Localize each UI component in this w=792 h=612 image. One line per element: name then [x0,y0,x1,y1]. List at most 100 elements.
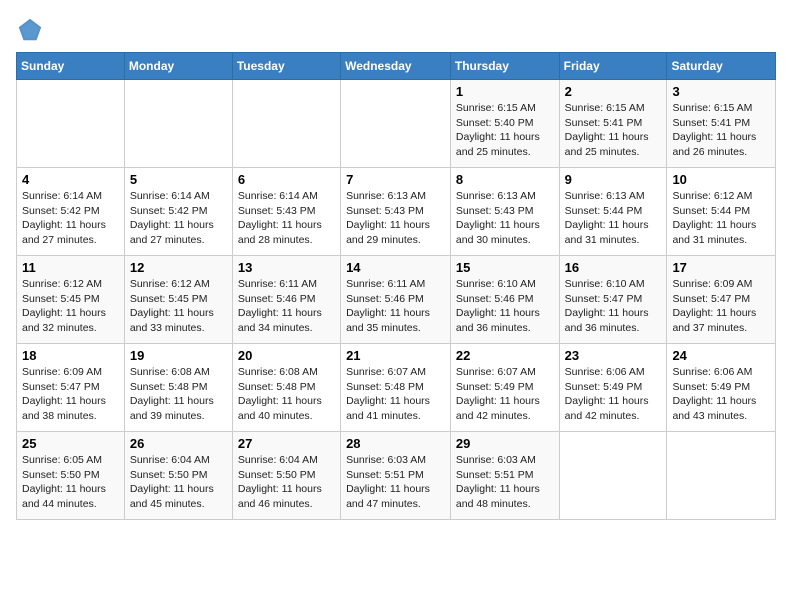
day-info: Sunrise: 6:07 AMSunset: 5:48 PMDaylight:… [346,365,445,424]
day-info: Sunrise: 6:15 AMSunset: 5:41 PMDaylight:… [672,101,770,160]
day-info: Sunrise: 6:08 AMSunset: 5:48 PMDaylight:… [130,365,227,424]
calendar-cell: 11 Sunrise: 6:12 AMSunset: 5:45 PMDayligh… [17,256,125,344]
day-info: Sunrise: 6:04 AMSunset: 5:50 PMDaylight:… [130,453,227,512]
day-info: Sunrise: 6:05 AMSunset: 5:50 PMDaylight:… [22,453,119,512]
calendar-cell [667,432,776,520]
day-info: Sunrise: 6:12 AMSunset: 5:45 PMDaylight:… [130,277,227,336]
day-number: 28 [346,436,445,451]
calendar-cell [341,80,451,168]
calendar-cell: 3 Sunrise: 6:15 AMSunset: 5:41 PMDaylight… [667,80,776,168]
calendar-cell: 7Sunrise: 6:13 AMSunset: 5:43 PMDaylight… [341,168,451,256]
calendar-week-row: 18 Sunrise: 6:09 AMSunset: 5:47 PMDayligh… [17,344,776,432]
day-info: Sunrise: 6:12 AMSunset: 5:44 PMDaylight:… [672,189,770,248]
day-info: Sunrise: 6:03 AMSunset: 5:51 PMDaylight:… [346,453,445,512]
day-number: 9 [565,172,662,187]
day-number: 12 [130,260,227,275]
day-number: 2 [565,84,662,99]
day-info: Sunrise: 6:13 AMSunset: 5:43 PMDaylight:… [346,189,445,248]
day-info: Sunrise: 6:10 AMSunset: 5:47 PMDaylight:… [565,277,662,336]
col-header-wednesday: Wednesday [341,53,451,80]
calendar-cell: 1 Sunrise: 6:15 AMSunset: 5:40 PMDaylight… [450,80,559,168]
calendar-cell: 5 Sunrise: 6:14 AMSunset: 5:42 PMDaylight… [124,168,232,256]
calendar-header-row: SundayMondayTuesdayWednesdayThursdayFrid… [17,53,776,80]
day-number: 15 [456,260,554,275]
day-number: 11 [22,260,119,275]
day-info: Sunrise: 6:06 AMSunset: 5:49 PMDaylight:… [565,365,662,424]
col-header-monday: Monday [124,53,232,80]
day-info: Sunrise: 6:14 AMSunset: 5:42 PMDaylight:… [130,189,227,248]
day-info: Sunrise: 6:03 AMSunset: 5:51 PMDaylight:… [456,453,554,512]
day-number: 14 [346,260,445,275]
col-header-tuesday: Tuesday [232,53,340,80]
day-info: Sunrise: 6:10 AMSunset: 5:46 PMDaylight:… [456,277,554,336]
day-info: Sunrise: 6:13 AMSunset: 5:44 PMDaylight:… [565,189,662,248]
calendar-cell: 20 Sunrise: 6:08 AMSunset: 5:48 PMDayligh… [232,344,340,432]
logo [16,16,48,44]
day-info: Sunrise: 6:11 AMSunset: 5:46 PMDaylight:… [346,277,445,336]
day-number: 23 [565,348,662,363]
calendar-cell: 16 Sunrise: 6:10 AMSunset: 5:47 PMDayligh… [559,256,667,344]
calendar-cell: 22 Sunrise: 6:07 AMSunset: 5:49 PMDayligh… [450,344,559,432]
day-info: Sunrise: 6:08 AMSunset: 5:48 PMDaylight:… [238,365,335,424]
day-info: Sunrise: 6:07 AMSunset: 5:49 PMDaylight:… [456,365,554,424]
col-header-saturday: Saturday [667,53,776,80]
day-number: 18 [22,348,119,363]
logo-icon [16,16,44,44]
day-number: 26 [130,436,227,451]
calendar-cell [559,432,667,520]
calendar-cell: 15 Sunrise: 6:10 AMSunset: 5:46 PMDayligh… [450,256,559,344]
calendar-cell: 4 Sunrise: 6:14 AMSunset: 5:42 PMDaylight… [17,168,125,256]
day-number: 8 [456,172,554,187]
day-number: 21 [346,348,445,363]
day-number: 22 [456,348,554,363]
calendar-cell: 27 Sunrise: 6:04 AMSunset: 5:50 PMDayligh… [232,432,340,520]
day-number: 13 [238,260,335,275]
calendar-cell: 26 Sunrise: 6:04 AMSunset: 5:50 PMDayligh… [124,432,232,520]
calendar-cell [17,80,125,168]
day-info: Sunrise: 6:09 AMSunset: 5:47 PMDaylight:… [22,365,119,424]
calendar-cell: 9 Sunrise: 6:13 AMSunset: 5:44 PMDaylight… [559,168,667,256]
day-number: 3 [672,84,770,99]
day-info: Sunrise: 6:13 AMSunset: 5:43 PMDaylight:… [456,189,554,248]
calendar-cell: 29Sunrise: 6:03 AMSunset: 5:51 PMDayligh… [450,432,559,520]
day-info: Sunrise: 6:04 AMSunset: 5:50 PMDaylight:… [238,453,335,512]
calendar-week-row: 11 Sunrise: 6:12 AMSunset: 5:45 PMDayligh… [17,256,776,344]
calendar-cell: 17Sunrise: 6:09 AMSunset: 5:47 PMDayligh… [667,256,776,344]
day-number: 19 [130,348,227,363]
calendar-cell: 25 Sunrise: 6:05 AMSunset: 5:50 PMDayligh… [17,432,125,520]
day-info: Sunrise: 6:11 AMSunset: 5:46 PMDaylight:… [238,277,335,336]
col-header-sunday: Sunday [17,53,125,80]
day-info: Sunrise: 6:15 AMSunset: 5:40 PMDaylight:… [456,101,554,160]
calendar-cell: 13 Sunrise: 6:11 AMSunset: 5:46 PMDayligh… [232,256,340,344]
calendar-cell: 6Sunrise: 6:14 AMSunset: 5:43 PMDaylight… [232,168,340,256]
calendar-week-row: 4 Sunrise: 6:14 AMSunset: 5:42 PMDaylight… [17,168,776,256]
day-info: Sunrise: 6:14 AMSunset: 5:42 PMDaylight:… [22,189,119,248]
calendar-table: SundayMondayTuesdayWednesdayThursdayFrid… [16,52,776,520]
page-header [16,16,776,44]
day-number: 17 [672,260,770,275]
day-number: 20 [238,348,335,363]
day-info: Sunrise: 6:12 AMSunset: 5:45 PMDaylight:… [22,277,119,336]
calendar-cell: 2 Sunrise: 6:15 AMSunset: 5:41 PMDaylight… [559,80,667,168]
calendar-cell: 10 Sunrise: 6:12 AMSunset: 5:44 PMDayligh… [667,168,776,256]
day-number: 1 [456,84,554,99]
calendar-week-row: 25 Sunrise: 6:05 AMSunset: 5:50 PMDayligh… [17,432,776,520]
calendar-cell: 28 Sunrise: 6:03 AMSunset: 5:51 PMDayligh… [341,432,451,520]
day-number: 25 [22,436,119,451]
day-number: 27 [238,436,335,451]
calendar-cell: 12 Sunrise: 6:12 AMSunset: 5:45 PMDayligh… [124,256,232,344]
day-number: 24 [672,348,770,363]
calendar-cell: 21 Sunrise: 6:07 AMSunset: 5:48 PMDayligh… [341,344,451,432]
calendar-cell: 14 Sunrise: 6:11 AMSunset: 5:46 PMDayligh… [341,256,451,344]
calendar-cell [124,80,232,168]
calendar-cell [232,80,340,168]
day-number: 16 [565,260,662,275]
calendar-week-row: 1 Sunrise: 6:15 AMSunset: 5:40 PMDaylight… [17,80,776,168]
day-number: 6 [238,172,335,187]
day-number: 4 [22,172,119,187]
col-header-thursday: Thursday [450,53,559,80]
day-number: 5 [130,172,227,187]
calendar-cell: 19 Sunrise: 6:08 AMSunset: 5:48 PMDayligh… [124,344,232,432]
day-number: 10 [672,172,770,187]
day-info: Sunrise: 6:15 AMSunset: 5:41 PMDaylight:… [565,101,662,160]
